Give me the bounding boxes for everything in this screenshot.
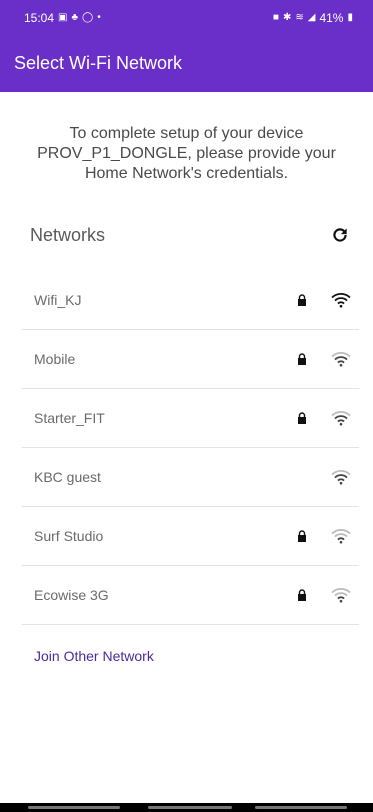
wifi-medium-icon	[331, 410, 351, 426]
network-item-ecowise-3g[interactable]: Ecowise 3G	[22, 566, 359, 625]
network-name: Ecowise 3G	[34, 587, 109, 603]
wifi-weak-icon	[331, 528, 351, 544]
nav-back-button[interactable]	[255, 806, 347, 809]
network-name: Surf Studio	[34, 528, 104, 544]
network-list: Wifi_KJ Mobile Starter_FIT KBC guest Sur…	[22, 271, 359, 625]
network-name: KBC guest	[34, 469, 101, 485]
lock-icon	[295, 352, 309, 366]
network-name: Starter_FIT	[34, 410, 105, 426]
network-item-starter-fit[interactable]: Starter_FIT	[22, 389, 359, 448]
wifi-strong-icon	[331, 292, 351, 308]
network-name: Mobile	[34, 351, 76, 367]
nav-home-button[interactable]	[148, 806, 232, 809]
refresh-icon[interactable]	[329, 224, 351, 246]
lock-icon	[295, 588, 309, 602]
status-time: 15:04	[24, 10, 55, 25]
battery-percent: 41%	[319, 10, 344, 25]
nfc-icon: ■	[272, 11, 279, 23]
status-bar-left: 15:04 ▣ ♣ ◯ •	[24, 11, 101, 25]
network-item-kbc-guest[interactable]: KBC guest	[22, 448, 359, 507]
system-nav-bar	[0, 803, 373, 812]
join-other-network-link[interactable]: Join Other Network	[34, 648, 154, 664]
signal-icon: ◢	[307, 11, 316, 23]
status-bar-right: ■ ✱ ≋ ◢ 41% ▮	[273, 11, 353, 25]
wifi-weak-icon	[331, 587, 351, 603]
network-name: Wifi_KJ	[34, 292, 82, 308]
bluetooth-icon: ✱	[282, 11, 292, 23]
networks-header: Networks	[30, 222, 351, 248]
wifi-medium-icon	[331, 351, 351, 367]
wifi-calling-icon: ≋	[295, 11, 304, 23]
network-item-surf-studio[interactable]: Surf Studio	[22, 507, 359, 566]
dot-icon: •	[97, 11, 101, 23]
network-item-wifi-kj[interactable]: Wifi_KJ	[22, 271, 359, 330]
page-title: Select Wi-Fi Network	[14, 53, 183, 73]
wifi-select-screen: 15:04 ▣ ♣ ◯ • ■ ✱ ≋ ◢ 41% ▮ Select Wi-Fi…	[0, 0, 373, 812]
wifi-medium-icon	[331, 469, 351, 485]
status-bar: 15:04 ▣ ♣ ◯ • ■ ✱ ≋ ◢ 41% ▮	[0, 0, 373, 35]
intro-text: To complete setup of your device PROV_P1…	[37, 125, 336, 182]
network-item-mobile[interactable]: Mobile	[22, 330, 359, 389]
nav-recents-button[interactable]	[28, 806, 120, 809]
teams-icon: ♣	[71, 11, 79, 23]
lock-icon	[295, 529, 309, 543]
lock-icon	[295, 411, 309, 425]
lock-icon	[295, 293, 309, 307]
battery-icon: ▮	[347, 11, 353, 23]
networks-label: Networks	[30, 224, 106, 245]
whatsapp-icon: ◯	[82, 11, 94, 23]
lock-placeholder	[295, 470, 309, 484]
app-bar: Select Wi-Fi Network	[0, 35, 373, 92]
gallery-icon: ▣	[58, 11, 68, 23]
